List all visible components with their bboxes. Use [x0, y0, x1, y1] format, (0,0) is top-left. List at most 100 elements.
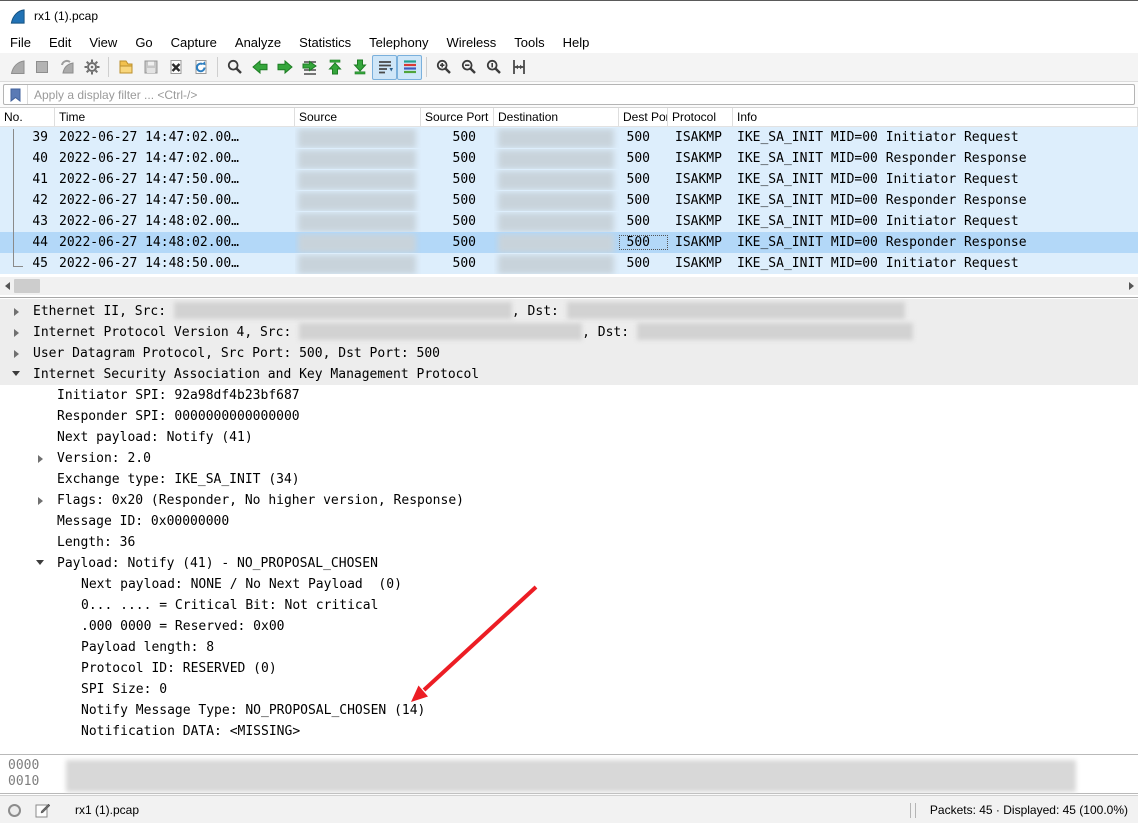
- redacted-mac-src: [174, 302, 512, 319]
- auto-scroll-toggle[interactable]: [372, 55, 397, 80]
- collapse-icon[interactable]: [12, 371, 20, 376]
- find-packet-icon[interactable]: [222, 55, 247, 80]
- detail-notify-next-payload[interactable]: Next payload: NONE / No Next Payload (0): [0, 574, 1138, 595]
- packet-row-42[interactable]: 42 2022-06-27 14:47:50.00… 500 500 ISAKM…: [0, 190, 1138, 211]
- status-separator: [910, 803, 911, 818]
- menu-analyze[interactable]: Analyze: [226, 33, 290, 52]
- detail-reserved[interactable]: .000 0000 = Reserved: 0x00: [0, 616, 1138, 637]
- toolbar-separator: [426, 57, 427, 77]
- scroll-right-icon[interactable]: [1124, 277, 1138, 295]
- go-forward-icon[interactable]: [272, 55, 297, 80]
- horizontal-scrollbar[interactable]: [0, 277, 1138, 295]
- detail-ipv4[interactable]: Internet Protocol Version 4, Src: , Dst:: [0, 322, 1138, 343]
- detail-version[interactable]: Version: 2.0: [0, 448, 1138, 469]
- go-to-packet-icon[interactable]: [297, 55, 322, 80]
- zoom-in-icon[interactable]: [431, 55, 456, 80]
- close-file-icon[interactable]: [163, 55, 188, 80]
- detail-protocol-id[interactable]: Protocol ID: RESERVED (0): [0, 658, 1138, 679]
- col-header-dest-port[interactable]: Dest Port: [619, 108, 668, 126]
- go-last-packet-icon[interactable]: [347, 55, 372, 80]
- menu-telephony[interactable]: Telephony: [360, 33, 437, 52]
- detail-notify-message-type[interactable]: Notify Message Type: NO_PROPOSAL_CHOSEN …: [0, 700, 1138, 721]
- packet-list-pane: No. Time Source Source Port Destination …: [0, 108, 1138, 298]
- menu-wireless[interactable]: Wireless: [437, 33, 505, 52]
- go-back-icon[interactable]: [247, 55, 272, 80]
- expand-icon[interactable]: [38, 497, 43, 505]
- col-header-no[interactable]: No.: [0, 108, 55, 126]
- menu-view[interactable]: View: [80, 33, 126, 52]
- expand-icon[interactable]: [14, 350, 19, 358]
- colorize-toggle[interactable]: [397, 55, 422, 80]
- packet-row-44-selected[interactable]: 44 2022-06-27 14:48:02.00… 500 500 ISAKM…: [0, 232, 1138, 253]
- save-file-icon[interactable]: [138, 55, 163, 80]
- toolbar-separator: [108, 57, 109, 77]
- detail-next-payload[interactable]: Next payload: Notify (41): [0, 427, 1138, 448]
- detail-ethernet[interactable]: Ethernet II, Src: , Dst:: [0, 301, 1138, 322]
- resize-columns-icon[interactable]: [506, 55, 531, 80]
- col-header-source-port[interactable]: Source Port: [421, 108, 494, 126]
- scroll-left-icon[interactable]: [0, 277, 14, 295]
- focused-cell: 500: [619, 235, 668, 250]
- restart-capture-icon[interactable]: [54, 55, 79, 80]
- redacted-mac-dst: [567, 302, 905, 319]
- detail-initiator-spi[interactable]: Initiator SPI: 92a98df4b23bf687: [0, 385, 1138, 406]
- detail-spi-size[interactable]: SPI Size: 0: [0, 679, 1138, 700]
- capture-options-icon[interactable]: [79, 55, 104, 80]
- packet-row-41[interactable]: 41 2022-06-27 14:47:50.00… 500 500 ISAKM…: [0, 169, 1138, 190]
- scrollbar-thumb[interactable]: [14, 279, 40, 293]
- col-header-protocol[interactable]: Protocol: [668, 108, 733, 126]
- expand-icon[interactable]: [38, 455, 43, 463]
- wireshark-window: rx1 (1).pcap File Edit View Go Capture A…: [0, 0, 1138, 823]
- menu-help[interactable]: Help: [554, 33, 599, 52]
- zoom-out-icon[interactable]: [456, 55, 481, 80]
- detail-critical-bit[interactable]: 0... .... = Critical Bit: Not critical: [0, 595, 1138, 616]
- detail-payload-length[interactable]: Payload length: 8: [0, 637, 1138, 658]
- menu-file[interactable]: File: [1, 33, 40, 52]
- packet-details-pane: Ethernet II, Src: , Dst: Internet Protoc…: [0, 299, 1138, 755]
- detail-payload-notify[interactable]: Payload: Notify (41) - NO_PROPOSAL_CHOSE…: [0, 553, 1138, 574]
- col-header-info[interactable]: Info: [733, 108, 1138, 126]
- redacted-source: [298, 234, 416, 253]
- packet-row-45[interactable]: 45 2022-06-27 14:48:50.00… 500 500 ISAKM…: [0, 253, 1138, 274]
- redacted-destination: [498, 213, 614, 232]
- detail-responder-spi[interactable]: Responder SPI: 0000000000000000: [0, 406, 1138, 427]
- display-filter-input[interactable]: [28, 86, 1134, 103]
- detail-flags[interactable]: Flags: 0x20 (Responder, No higher versio…: [0, 490, 1138, 511]
- menu-statistics[interactable]: Statistics: [290, 33, 360, 52]
- detail-exchange-type[interactable]: Exchange type: IKE_SA_INIT (34): [0, 469, 1138, 490]
- menu-tools[interactable]: Tools: [505, 33, 553, 52]
- go-first-packet-icon[interactable]: [322, 55, 347, 80]
- stop-capture-icon[interactable]: [29, 55, 54, 80]
- col-header-destination[interactable]: Destination: [494, 108, 619, 126]
- col-header-time[interactable]: Time: [55, 108, 295, 126]
- capture-comment-icon[interactable]: [34, 802, 51, 819]
- menu-edit[interactable]: Edit: [40, 33, 80, 52]
- detail-isakmp[interactable]: Internet Security Association and Key Ma…: [0, 364, 1138, 385]
- packet-row-40[interactable]: 40 2022-06-27 14:47:02.00… 500 500 ISAKM…: [0, 148, 1138, 169]
- redacted-destination: [498, 234, 614, 253]
- redacted-destination: [498, 150, 614, 169]
- detail-length[interactable]: Length: 36: [0, 532, 1138, 553]
- detail-notification-data[interactable]: Notification DATA: <MISSING>: [0, 721, 1138, 742]
- menu-capture[interactable]: Capture: [162, 33, 226, 52]
- expand-icon[interactable]: [14, 329, 19, 337]
- redacted-source: [298, 213, 416, 232]
- expert-info-icon[interactable]: [8, 804, 21, 817]
- start-capture-icon[interactable]: [4, 55, 29, 80]
- expand-icon[interactable]: [14, 308, 19, 316]
- collapse-icon[interactable]: [36, 560, 44, 565]
- packet-row-39[interactable]: 39 2022-06-27 14:47:02.00… 500 500 ISAKM…: [0, 127, 1138, 148]
- detail-udp[interactable]: User Datagram Protocol, Src Port: 500, D…: [0, 343, 1138, 364]
- redacted-source: [298, 129, 416, 148]
- reload-file-icon[interactable]: [188, 55, 213, 80]
- redacted-destination: [498, 171, 614, 190]
- packet-row-43[interactable]: 43 2022-06-27 14:48:02.00… 500 500 ISAKM…: [0, 211, 1138, 232]
- redacted-source: [298, 192, 416, 211]
- redacted-ip-src: [299, 323, 582, 340]
- zoom-normal-icon[interactable]: [481, 55, 506, 80]
- open-file-icon[interactable]: [113, 55, 138, 80]
- detail-message-id[interactable]: Message ID: 0x00000000: [0, 511, 1138, 532]
- menu-go[interactable]: Go: [126, 33, 161, 52]
- col-header-source[interactable]: Source: [295, 108, 421, 126]
- filter-bookmark-button[interactable]: [4, 85, 28, 104]
